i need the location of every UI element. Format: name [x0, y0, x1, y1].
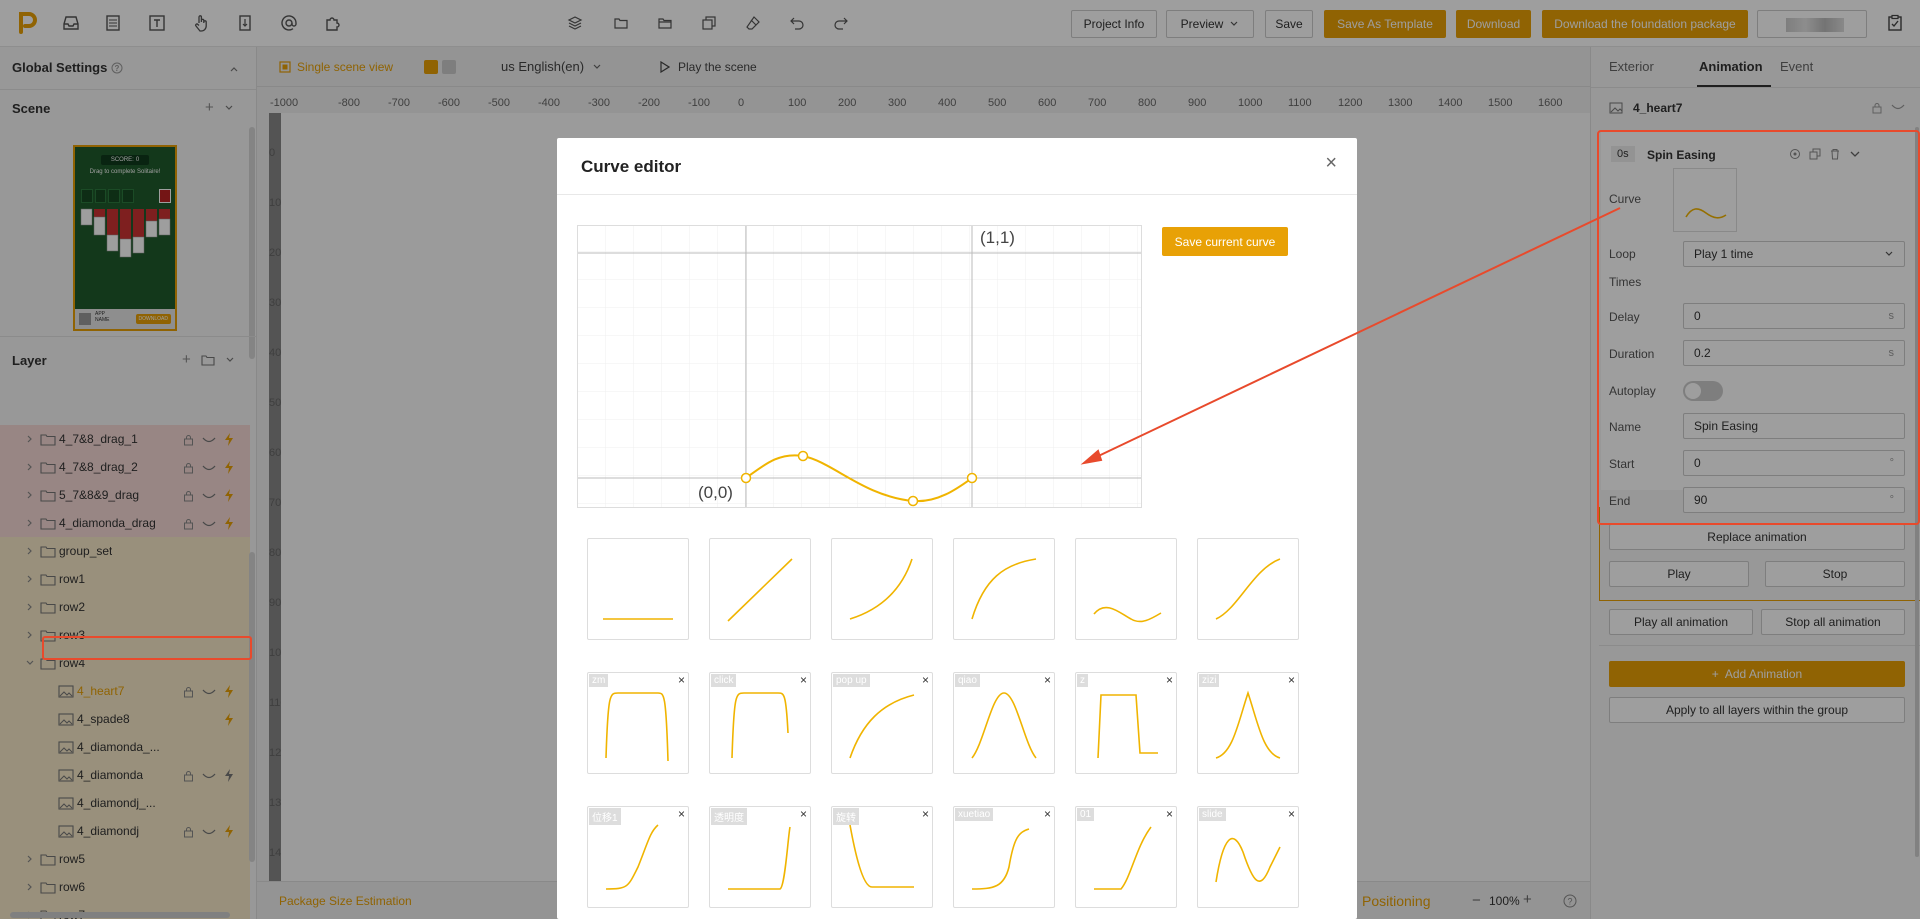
- preset-delete-button[interactable]: ×: [800, 807, 807, 821]
- preset-delete-button[interactable]: ×: [922, 807, 929, 821]
- preset-curve-graph: [849, 694, 915, 759]
- preset-delete-button[interactable]: ×: [922, 673, 929, 687]
- preset-curve-graph: [605, 692, 669, 762]
- preset-tag: slide: [1199, 808, 1226, 821]
- preset-tag: z: [1077, 674, 1088, 687]
- preset-curve-cell[interactable]: [953, 538, 1055, 640]
- preset-delete-button[interactable]: ×: [1044, 807, 1051, 821]
- preset-delete-button[interactable]: ×: [1166, 673, 1173, 687]
- preset-curve-cell[interactable]: pop up ×: [831, 672, 933, 774]
- preset-delete-button[interactable]: ×: [1044, 673, 1051, 687]
- preset-curve-cell[interactable]: [1075, 538, 1177, 640]
- save-current-curve-button[interactable]: Save current curve: [1162, 227, 1288, 256]
- modal-title: Curve editor: [581, 157, 682, 176]
- preset-curve-cell[interactable]: 位移1 ×: [587, 806, 689, 908]
- annotation-highlight-layer: [42, 636, 252, 660]
- preset-tag: click: [711, 674, 737, 687]
- preset-curve-cell[interactable]: [831, 538, 933, 640]
- preset-curve-graph: [971, 828, 1030, 890]
- curve-editor-canvas[interactable]: (1,1) (0,0): [577, 225, 1142, 508]
- preset-tag: 透明度: [711, 808, 747, 825]
- control-point[interactable]: [907, 495, 919, 507]
- preset-curve-graph: [971, 692, 1037, 759]
- preset-curve-graph: [603, 618, 673, 620]
- preset-delete-button[interactable]: ×: [1166, 807, 1173, 821]
- preset-curve-graph: [727, 558, 793, 622]
- control-point[interactable]: [797, 450, 809, 462]
- preset-curve-cell[interactable]: 透明度 ×: [709, 806, 811, 908]
- modal-close-button[interactable]: ×: [1325, 152, 1337, 175]
- preset-curve-graph: [731, 692, 789, 759]
- preset-curve-graph: [1097, 694, 1158, 759]
- preset-tag: 旋转: [833, 808, 859, 825]
- preset-tag: xuetiao: [955, 808, 994, 821]
- preset-curve-cell[interactable]: [709, 538, 811, 640]
- label-origin-point: (0,0): [698, 483, 733, 502]
- preset-delete-button[interactable]: ×: [678, 807, 685, 821]
- preset-delete-button[interactable]: ×: [800, 673, 807, 687]
- preset-curve-graph: [971, 558, 1037, 620]
- preset-curve-graph: [849, 558, 913, 620]
- preset-curve-cell[interactable]: qiao ×: [953, 672, 1055, 774]
- preset-curve-graph: [1094, 826, 1152, 890]
- control-point[interactable]: [966, 472, 978, 484]
- preset-curve-graph: [1215, 690, 1281, 759]
- preset-delete-button[interactable]: ×: [1288, 673, 1295, 687]
- preset-curve-graph: [1215, 838, 1281, 883]
- preset-tag: pop up: [833, 674, 870, 687]
- annotation-highlight-box: [1597, 130, 1920, 525]
- preset-tag: 01: [1077, 808, 1095, 821]
- preset-curve-cell[interactable]: [587, 538, 689, 640]
- preset-curve-cell[interactable]: 01 ×: [1075, 806, 1177, 908]
- preset-curve-graph: [1093, 606, 1162, 623]
- preset-tag: qiao: [955, 674, 980, 687]
- preset-delete-button[interactable]: ×: [1288, 807, 1295, 821]
- preset-curve-graph: [1215, 558, 1281, 620]
- preset-curve-cell[interactable]: xuetiao ×: [953, 806, 1055, 908]
- preset-delete-button[interactable]: ×: [678, 673, 685, 687]
- preset-curve-cell[interactable]: 旋转 ×: [831, 806, 933, 908]
- preset-curve-cell[interactable]: zm ×: [587, 672, 689, 774]
- control-point[interactable]: [740, 472, 752, 484]
- preset-curve-cell[interactable]: z ×: [1075, 672, 1177, 774]
- preset-curve-cell[interactable]: click ×: [709, 672, 811, 774]
- preset-tag: zm: [589, 674, 609, 687]
- label-end-point: (1,1): [980, 228, 1015, 247]
- preset-tag: zizi: [1199, 674, 1220, 687]
- curve-editor-modal: Curve editor × (1,1) (0,0) Save current …: [557, 138, 1357, 919]
- modal-header: Curve editor ×: [557, 138, 1357, 195]
- preset-curve-cell[interactable]: [1197, 538, 1299, 640]
- curve-editor-graph[interactable]: [578, 226, 1141, 507]
- preset-tag: 位移1: [589, 808, 621, 825]
- preset-curve-cell[interactable]: zizi ×: [1197, 672, 1299, 774]
- preset-curve-cell[interactable]: slide ×: [1197, 806, 1299, 908]
